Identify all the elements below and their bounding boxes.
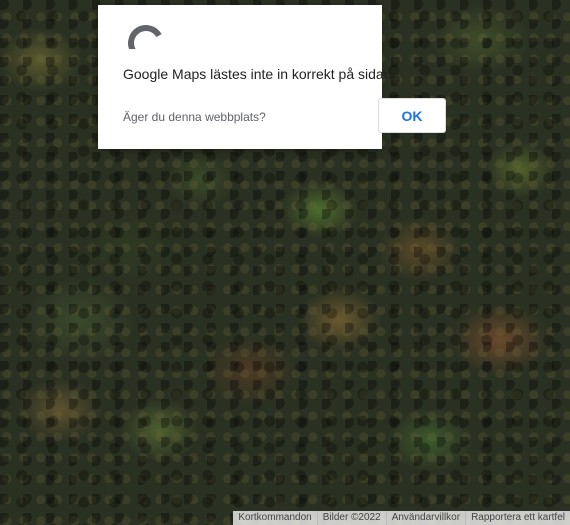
ok-button[interactable]: OK bbox=[378, 98, 446, 133]
google-maps-error-icon bbox=[128, 25, 176, 49]
terms-link[interactable]: Användarvillkor bbox=[387, 511, 465, 525]
map-attribution-bar: Kortkommandon Bilder ©2022 Användarvillk… bbox=[233, 511, 570, 525]
maps-error-dialog: Google Maps lästes inte in korrekt på si… bbox=[98, 5, 446, 149]
keyboard-shortcuts-link[interactable]: Kortkommandon bbox=[233, 511, 316, 525]
imagery-credit: Bilder ©2022 bbox=[322, 512, 381, 523]
satellite-map[interactable]: Google Maps lästes inte in korrekt på si… bbox=[0, 0, 570, 525]
site-owner-question: Äger du denna webbplats? bbox=[123, 110, 266, 124]
error-message: Google Maps lästes inte in korrekt på si… bbox=[123, 66, 393, 82]
report-map-error-link[interactable]: Rapportera ett kartfel bbox=[466, 511, 570, 525]
